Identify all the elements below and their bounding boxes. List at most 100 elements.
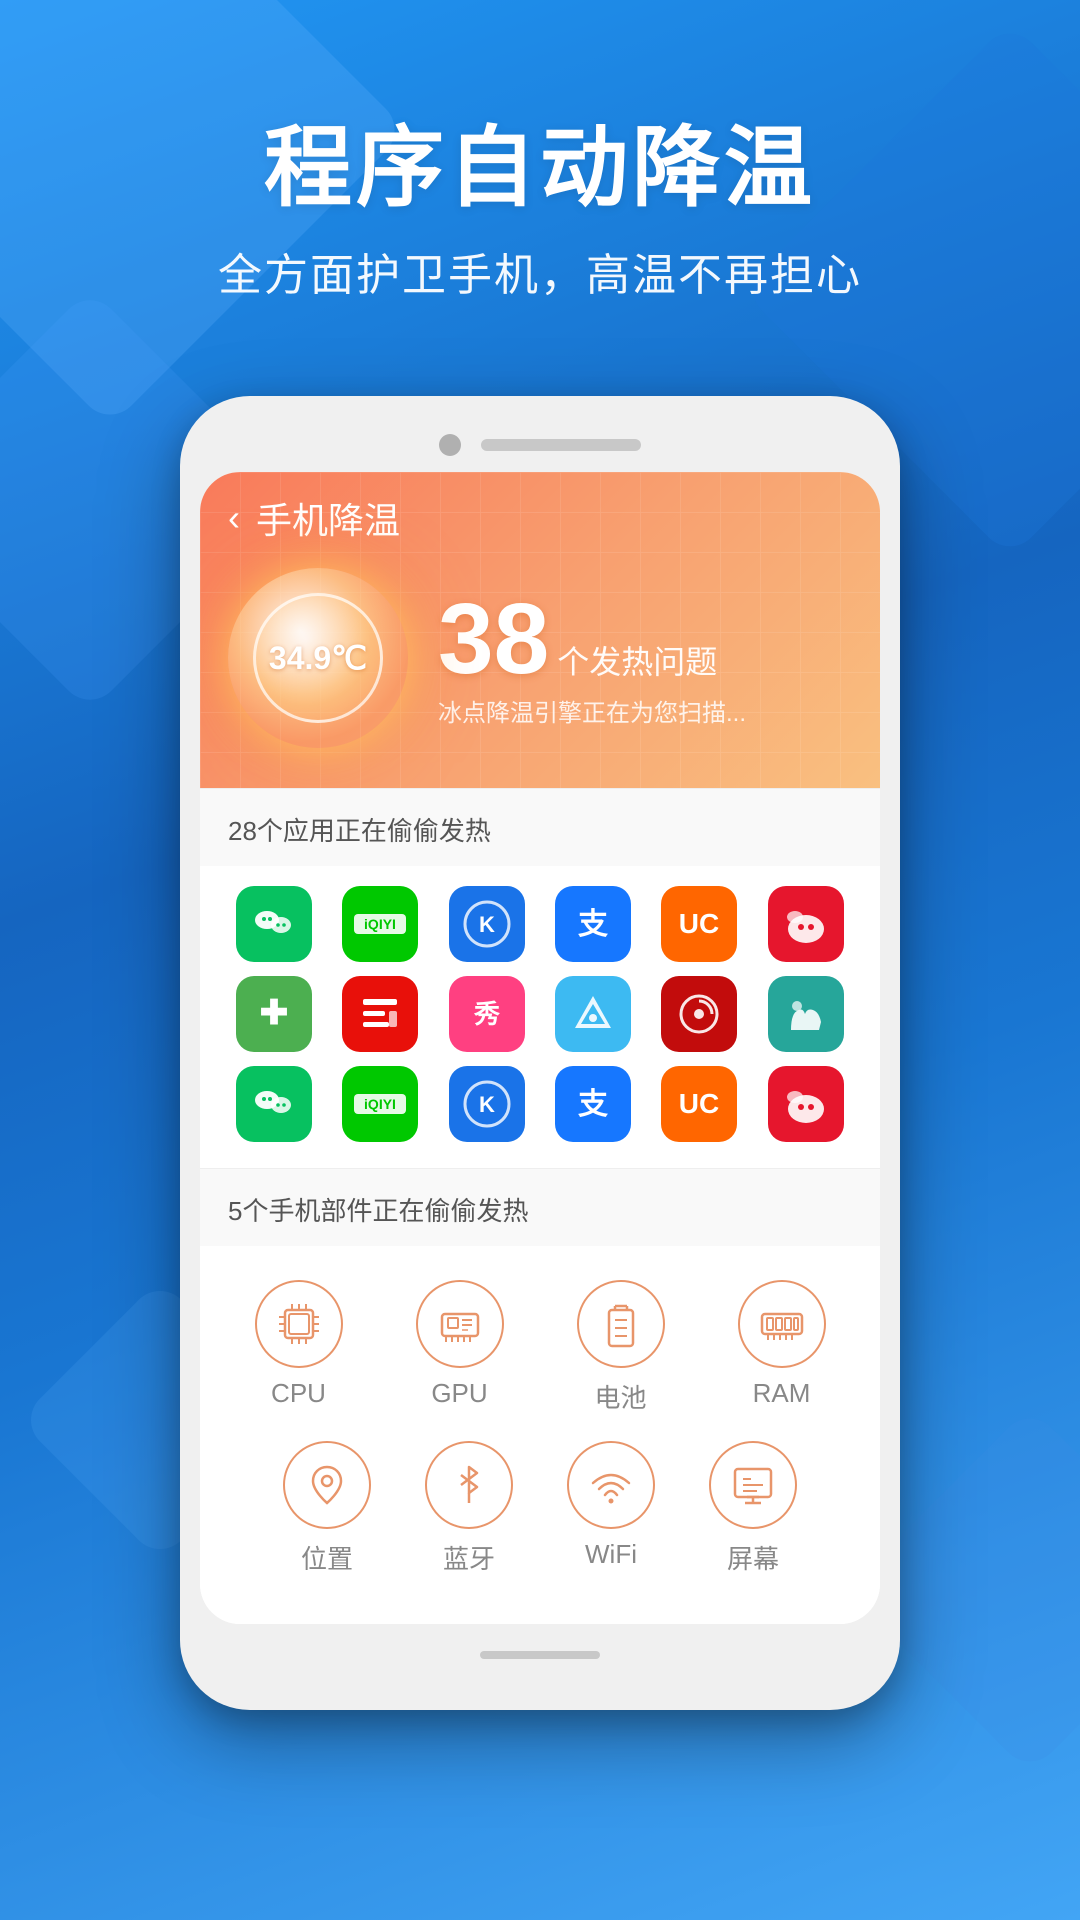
app-icon-weibo2[interactable] [768,1066,844,1142]
app-icon-wechat[interactable] [236,886,312,962]
app-icon-wechat2[interactable] [236,1066,312,1142]
gpu-label: GPU [431,1378,487,1409]
list-item: 秀 [441,976,533,1052]
component-bluetooth: 蓝牙 [425,1441,513,1576]
app-icon-weibo[interactable] [768,886,844,962]
list-item: iQIYI [334,1066,426,1142]
list-item: 支 [547,1066,639,1142]
battery-icon [593,1296,649,1352]
cpu-icon-circle [255,1280,343,1368]
app-icon-alipay2[interactable]: 支 [555,1066,631,1142]
list-item: UC [653,1066,745,1142]
app-icon-uc2[interactable]: UC [661,1066,737,1142]
phone-speaker [481,439,641,451]
apps-section-label: 28个应用正在偷偷发热 [200,788,880,866]
phone-bottom-bar [200,1640,880,1670]
background: 程序自动降温 全方面护卫手机，高温不再担心 ‹ 手机降温 [0,0,1080,1920]
ram-icon-circle [738,1280,826,1368]
app-icon-game[interactable]: ✚ [236,976,312,1052]
list-item [228,1066,320,1142]
phone-screen: ‹ 手机降温 34.9℃ [200,472,880,1624]
app-header: ‹ 手机降温 34.9℃ [200,472,880,788]
apps-grid-section: iQIYI K 支 [200,866,880,1166]
temp-outer-glow: 34.9℃ [228,568,408,748]
app-icon-toutiao[interactable] [342,976,418,1052]
heat-count: 38 [438,589,549,689]
cpu-icon [271,1296,327,1352]
component-wifi: WiFi [567,1441,655,1576]
phone-mockup: ‹ 手机降温 34.9℃ [180,396,900,1710]
app-icon-iqiyi2[interactable]: iQIYI [342,1066,418,1142]
location-label: 位置 [301,1539,353,1576]
app-icon-uc[interactable]: UC [661,886,737,962]
heat-info: 38 个发热问题 冰点降温引擎正在为您扫描... [438,589,852,728]
svg-text:iQIYI: iQIYI [365,1096,397,1112]
list-item [228,886,320,962]
svg-text:支: 支 [578,1088,608,1121]
app-icon-meipai[interactable]: 秀 [449,976,525,1052]
screen-icon-circle [709,1441,797,1529]
app-icon-camel[interactable] [768,976,844,1052]
component-cpu: CPU [228,1280,369,1415]
wifi-label: WiFi [585,1539,637,1570]
phone-top-bar [200,426,880,472]
heat-label: 个发热问题 [557,637,717,683]
app-icon-netease[interactable] [661,976,737,1052]
list-item: 支 [547,886,639,962]
scan-text: 冰点降温引擎正在为您扫描... [438,693,852,728]
app-icon-amap[interactable] [555,976,631,1052]
app-icon-kuwo2[interactable]: K [449,1066,525,1142]
component-ram: RAM [711,1280,852,1415]
page-subtitle: 全方面护卫手机，高温不再担心 [60,245,1020,307]
temp-inner-ring: 34.9℃ [253,593,383,723]
list-item [653,976,745,1052]
wifi-icon [583,1457,639,1513]
component-screen: 屏幕 [709,1441,797,1576]
location-icon [299,1457,355,1513]
page-title: 程序自动降温 [60,120,1020,217]
screen-icon [725,1457,781,1513]
home-indicator[interactable] [480,1651,600,1659]
svg-text:iQIYI: iQIYI [365,916,397,932]
bluetooth-icon-circle [425,1441,513,1529]
components-grid: CPU [228,1280,852,1415]
header-area: 程序自动降温 全方面护卫手机，高温不再担心 [0,0,1080,366]
svg-text:秀: 秀 [473,999,500,1029]
list-item: iQIYI [334,886,426,962]
svg-text:支: 支 [578,908,608,941]
app-icon-iqiyi[interactable]: iQIYI [342,886,418,962]
app-nav: ‹ 手机降温 [228,492,852,544]
app-icon-alipay[interactable]: 支 [555,886,631,962]
temperature-content: 34.9℃ 38 个发热问题 冰点降温引擎正在为您扫描... [228,568,852,748]
svg-text:UC: UC [679,908,719,939]
back-button[interactable]: ‹ [228,497,240,539]
app-title: 手机降温 [256,492,400,544]
components-section-label: 5个手机部件正在偷偷发热 [200,1168,880,1246]
cpu-label: CPU [271,1378,326,1409]
svg-text:K: K [479,1092,495,1117]
screen-label: 屏幕 [727,1539,779,1576]
list-item: UC [653,886,745,962]
svg-text:K: K [479,912,495,937]
phone-mockup-wrapper: ‹ 手机降温 34.9℃ [0,366,1080,1790]
component-battery: 电池 [550,1280,691,1415]
ram-label: RAM [753,1378,811,1409]
list-item [760,1066,852,1142]
list-item: K [441,1066,533,1142]
temperature-value: 34.9℃ [269,639,367,677]
apps-grid: iQIYI K 支 [228,886,852,1142]
battery-label: 电池 [594,1378,646,1415]
component-gpu: GPU [389,1280,530,1415]
svg-text:✚: ✚ [260,994,289,1032]
battery-icon-circle [577,1280,665,1368]
location-icon-circle [283,1441,371,1529]
bluetooth-label: 蓝牙 [443,1539,495,1576]
wifi-icon-circle [567,1441,655,1529]
app-icon-kuwo[interactable]: K [449,886,525,962]
ram-icon [754,1296,810,1352]
bottom-components-row: 位置 蓝牙 [228,1431,852,1596]
gpu-icon [432,1296,488,1352]
phone-camera [439,434,461,456]
component-location: 位置 [283,1441,371,1576]
list-item [334,976,426,1052]
